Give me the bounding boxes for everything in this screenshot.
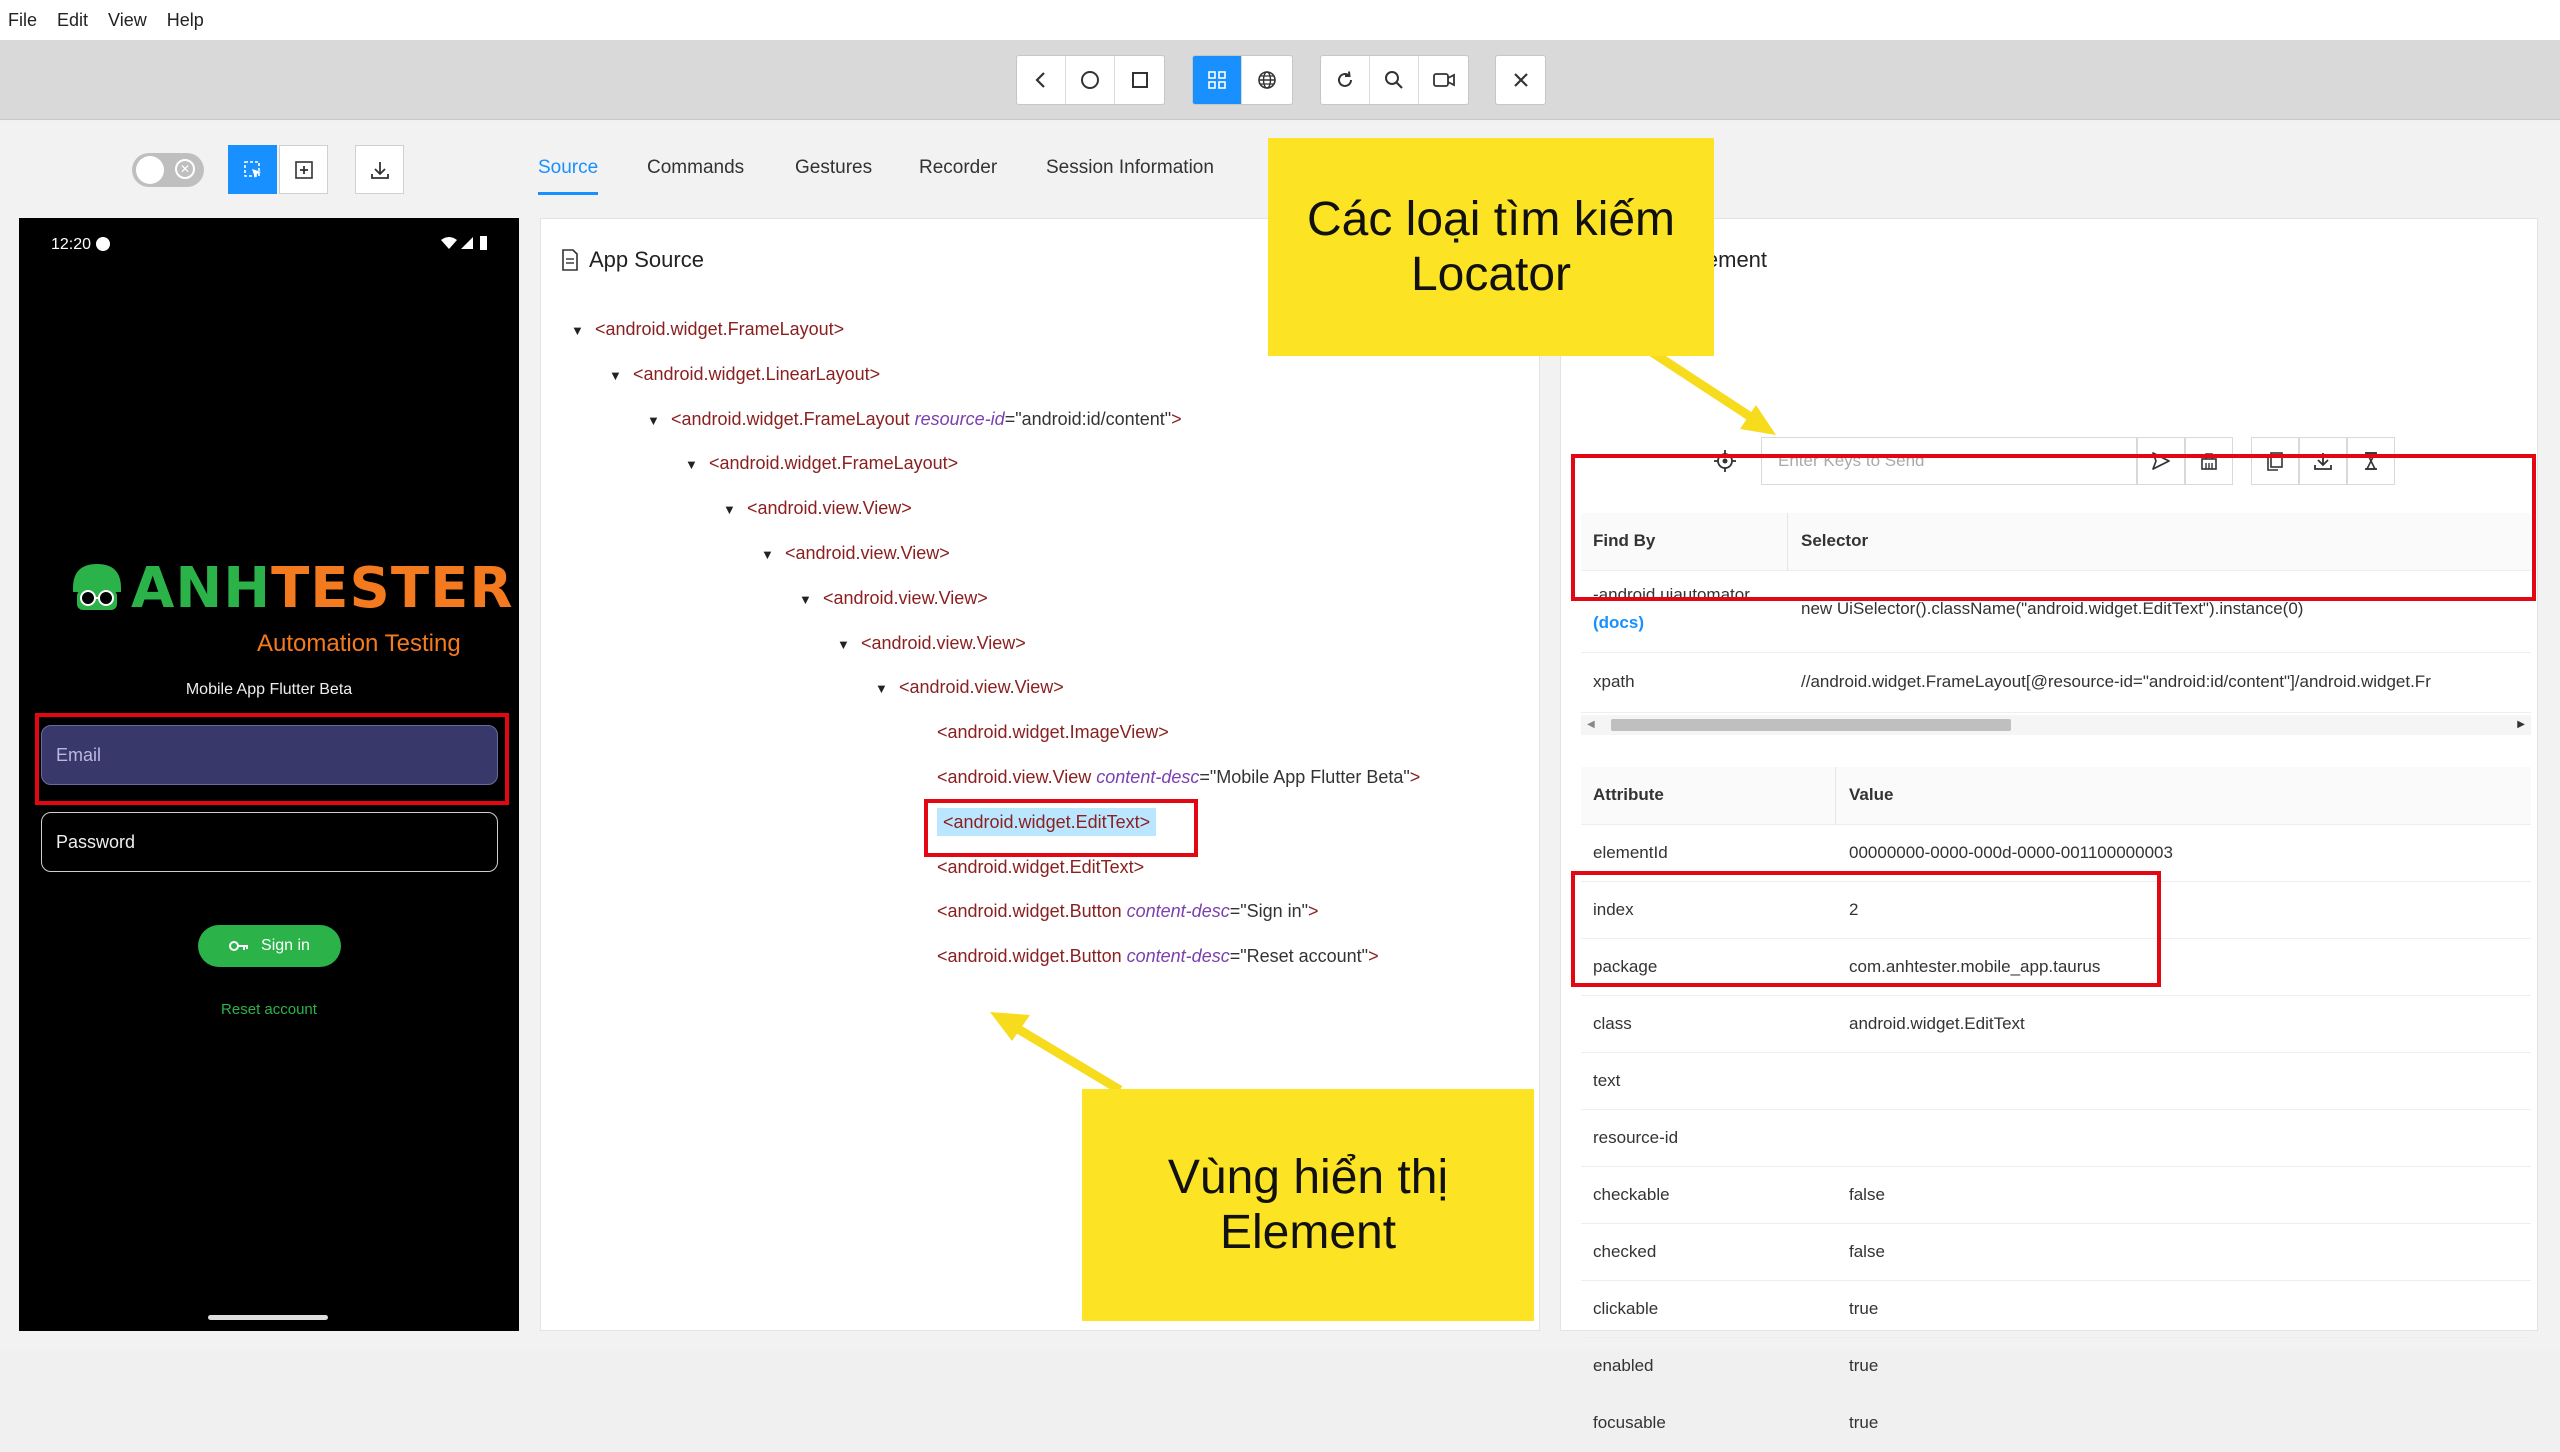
device-toolbar (0, 40, 2560, 120)
attribute-value: true (1849, 1356, 1879, 1375)
actions-group (1320, 55, 1469, 105)
quit-group (1495, 55, 1546, 105)
search-icon[interactable] (1370, 56, 1419, 104)
view-mode-group (1192, 55, 1293, 105)
menu-help[interactable]: Help (167, 10, 204, 31)
menu-bar: File Edit View Help (0, 0, 2560, 40)
attribute-name: enabled (1593, 1356, 1654, 1375)
inspector-content: ✕ Source Commands Gestures Recorder Sess… (0, 121, 2560, 1452)
menu-view[interactable]: View (108, 10, 147, 31)
attribute-row: focusable true (1581, 1395, 2531, 1452)
back-icon[interactable] (1017, 56, 1066, 104)
square-icon[interactable] (1115, 56, 1164, 104)
record-icon[interactable] (1419, 56, 1468, 104)
globe-icon[interactable] (1242, 56, 1291, 104)
element-display-note: Vùng hiển thị Element (1082, 1089, 1534, 1321)
refresh-icon[interactable] (1321, 56, 1370, 104)
attribute-name: focusable (1593, 1413, 1666, 1432)
menu-edit[interactable]: Edit (57, 10, 88, 31)
locator-types-note: Các loại tìm kiếm Locator (1268, 138, 1714, 356)
home-circle-icon[interactable] (1066, 56, 1115, 104)
menu-file[interactable]: File (8, 10, 37, 31)
close-icon[interactable] (1496, 56, 1545, 104)
grid-icon[interactable] (1193, 56, 1242, 104)
device-nav-group (1016, 55, 1165, 105)
attribute-value: true (1849, 1413, 1879, 1432)
